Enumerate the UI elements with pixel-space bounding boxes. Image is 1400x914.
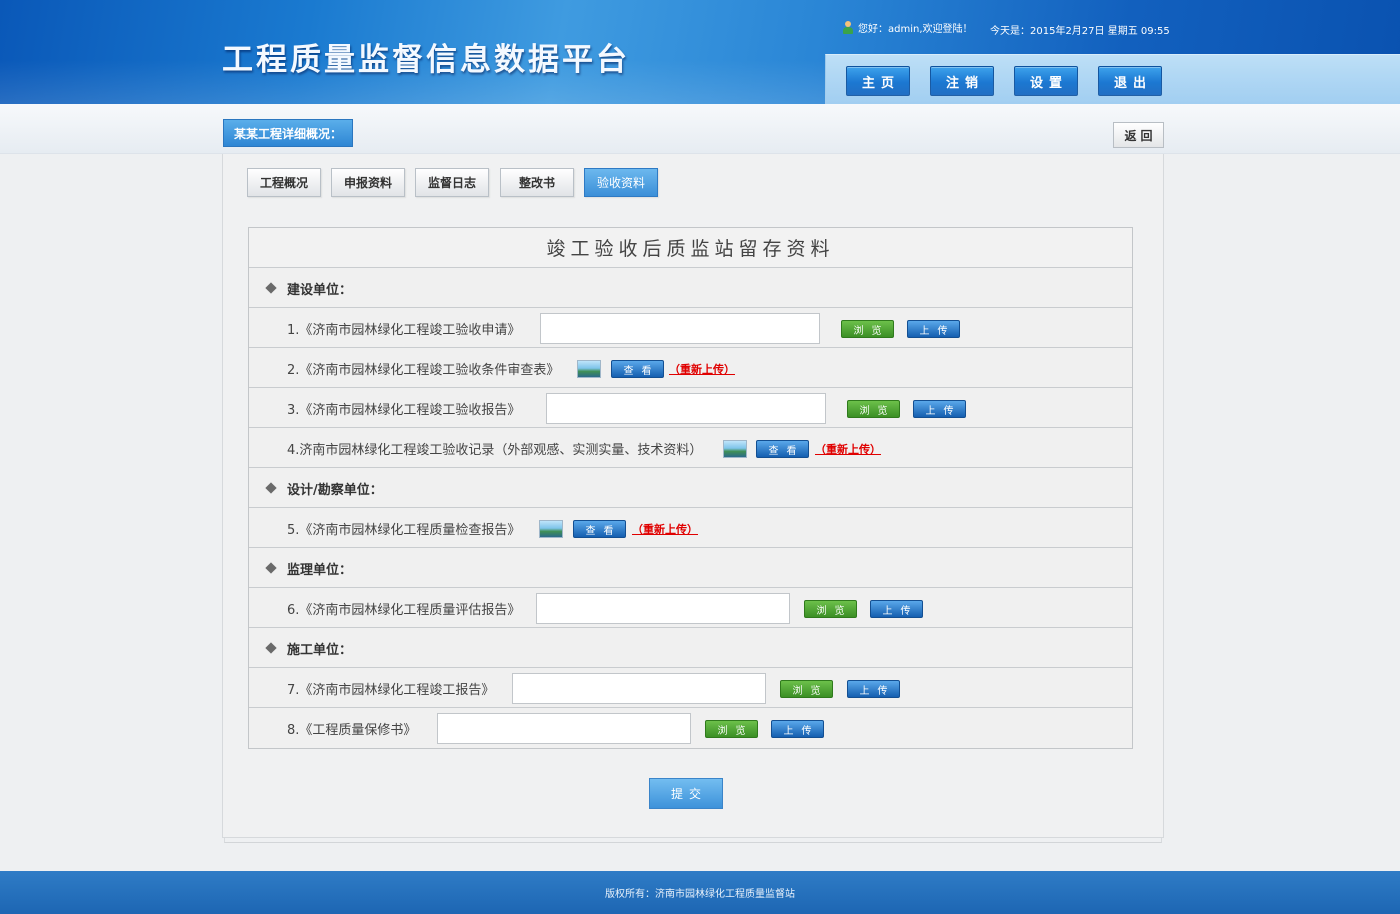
section-row: 监理单位：	[249, 548, 1132, 588]
tab-declaration-materials[interactable]: 申报资料	[331, 168, 405, 197]
tab-rectification-notice[interactable]: 整改书	[500, 168, 574, 197]
diamond-bullet-icon	[265, 482, 277, 494]
user-icon	[842, 20, 854, 35]
submit-button[interactable]: 提交	[649, 778, 723, 809]
section-design-unit: 设计/勘察单位：	[265, 468, 383, 508]
section-builder-unit: 施工单位：	[265, 628, 353, 668]
diamond-bullet-icon	[265, 282, 277, 294]
file-path-input[interactable]	[540, 313, 820, 344]
view-button[interactable]: 查看	[611, 360, 664, 378]
footer: 版权所有：济南市园林绿化工程质量监督站	[0, 871, 1400, 914]
back-button[interactable]: 返回	[1113, 122, 1164, 148]
home-button[interactable]: 主页	[846, 66, 910, 96]
logout-button[interactable]: 注销	[930, 66, 994, 96]
section-label-text: 监理单位：	[287, 562, 353, 578]
section-row: 施工单位：	[249, 628, 1132, 668]
table-row: 4.济南市园林绿化工程竣工验收记录（外部观感、实测实量、技术资料） 查看 （重新…	[249, 428, 1132, 468]
image-thumbnail-icon[interactable]	[723, 440, 747, 458]
reupload-link[interactable]: （重新上传）	[669, 360, 735, 378]
greeting-text: 您好：admin,欢迎登陆！	[858, 24, 973, 35]
browse-button[interactable]: 浏览	[780, 680, 833, 698]
item-label: 4.济南市园林绿化工程竣工验收记录（外部观感、实测实量、技术资料）	[287, 442, 703, 458]
upload-button[interactable]: 上传	[847, 680, 900, 698]
acceptance-documents-table: 竣工验收后质监站留存资料 建设单位： 1.《济南市园林绿化工程竣工验收申请》 浏…	[248, 227, 1133, 749]
file-path-input[interactable]	[437, 713, 691, 744]
section-label-text: 建设单位：	[287, 282, 353, 298]
section-construction-unit: 建设单位：	[265, 268, 353, 308]
date-text: 今天是：2015年2月27日 星期五 09:55	[990, 26, 1170, 37]
breadcrumb: 某某工程详细概况：	[223, 119, 354, 147]
view-button[interactable]: 查看	[756, 440, 809, 458]
table-row: 3.《济南市园林绿化工程竣工验收报告》 浏览 上传	[249, 388, 1132, 428]
reupload-link[interactable]: （重新上传）	[815, 440, 881, 458]
table-row: 8.《工程质量保修书》 浏览 上传	[249, 708, 1132, 748]
nav-bar: 主页 注销 设置 退出	[825, 54, 1400, 104]
section-label-text: 设计/勘察单位：	[287, 482, 383, 498]
item-label: 7.《济南市园林绿化工程竣工报告》	[287, 682, 495, 698]
tab-acceptance-materials[interactable]: 验收资料	[584, 168, 658, 197]
file-path-input[interactable]	[536, 593, 790, 624]
diamond-bullet-icon	[265, 642, 277, 654]
subheader-strip	[0, 104, 1400, 154]
item-label: 1.《济南市园林绿化工程竣工验收申请》	[287, 322, 521, 338]
item-label: 6.《济南市园林绿化工程质量评估报告》	[287, 602, 521, 618]
exit-button[interactable]: 退出	[1098, 66, 1162, 96]
table-row: 1.《济南市园林绿化工程竣工验收申请》 浏览 上传	[249, 308, 1132, 348]
user-info: 您好：admin,欢迎登陆！	[842, 20, 973, 35]
upload-button[interactable]: 上传	[771, 720, 824, 738]
item-label: 5.《济南市园林绿化工程质量检查报告》	[287, 522, 521, 538]
image-thumbnail-icon[interactable]	[577, 360, 601, 378]
tab-supervision-log[interactable]: 监督日志	[415, 168, 489, 197]
section-row: 设计/勘察单位：	[249, 468, 1132, 508]
panel-bottom-edge	[224, 838, 1162, 843]
item-label: 3.《济南市园林绿化工程竣工验收报告》	[287, 402, 521, 418]
upload-button[interactable]: 上传	[913, 400, 966, 418]
upload-button[interactable]: 上传	[870, 600, 923, 618]
table-row: 7.《济南市园林绿化工程竣工报告》 浏览 上传	[249, 668, 1132, 708]
item-label: 2.《济南市园林绿化工程竣工验收条件审查表》	[287, 362, 560, 378]
section-supervision-unit: 监理单位：	[265, 548, 353, 588]
reupload-link[interactable]: （重新上传）	[632, 520, 698, 538]
tab-project-overview[interactable]: 工程概况	[247, 168, 321, 197]
section-row: 建设单位：	[249, 268, 1132, 308]
image-thumbnail-icon[interactable]	[539, 520, 563, 538]
table-row: 6.《济南市园林绿化工程质量评估报告》 浏览 上传	[249, 588, 1132, 628]
file-path-input[interactable]	[512, 673, 766, 704]
item-label: 8.《工程质量保修书》	[287, 722, 417, 738]
settings-button[interactable]: 设置	[1014, 66, 1078, 96]
browse-button[interactable]: 浏览	[804, 600, 857, 618]
browse-button[interactable]: 浏览	[841, 320, 894, 338]
header: 工程质量监督信息数据平台 您好：admin,欢迎登陆！ 今天是：2015年2月2…	[0, 0, 1400, 104]
browse-button[interactable]: 浏览	[705, 720, 758, 738]
copyright-text: 版权所有：济南市园林绿化工程质量监督站	[605, 889, 795, 900]
view-button[interactable]: 查看	[573, 520, 626, 538]
file-path-input[interactable]	[546, 393, 826, 424]
table-row: 5.《济南市园林绿化工程质量检查报告》 查看 （重新上传）	[249, 508, 1132, 548]
site-title: 工程质量监督信息数据平台	[222, 42, 630, 78]
diamond-bullet-icon	[265, 562, 277, 574]
table-row: 2.《济南市园林绿化工程竣工验收条件审查表》 查看 （重新上传）	[249, 348, 1132, 388]
browse-button[interactable]: 浏览	[847, 400, 900, 418]
section-label-text: 施工单位：	[287, 642, 353, 658]
upload-button[interactable]: 上传	[907, 320, 960, 338]
table-title: 竣工验收后质监站留存资料	[249, 228, 1132, 268]
